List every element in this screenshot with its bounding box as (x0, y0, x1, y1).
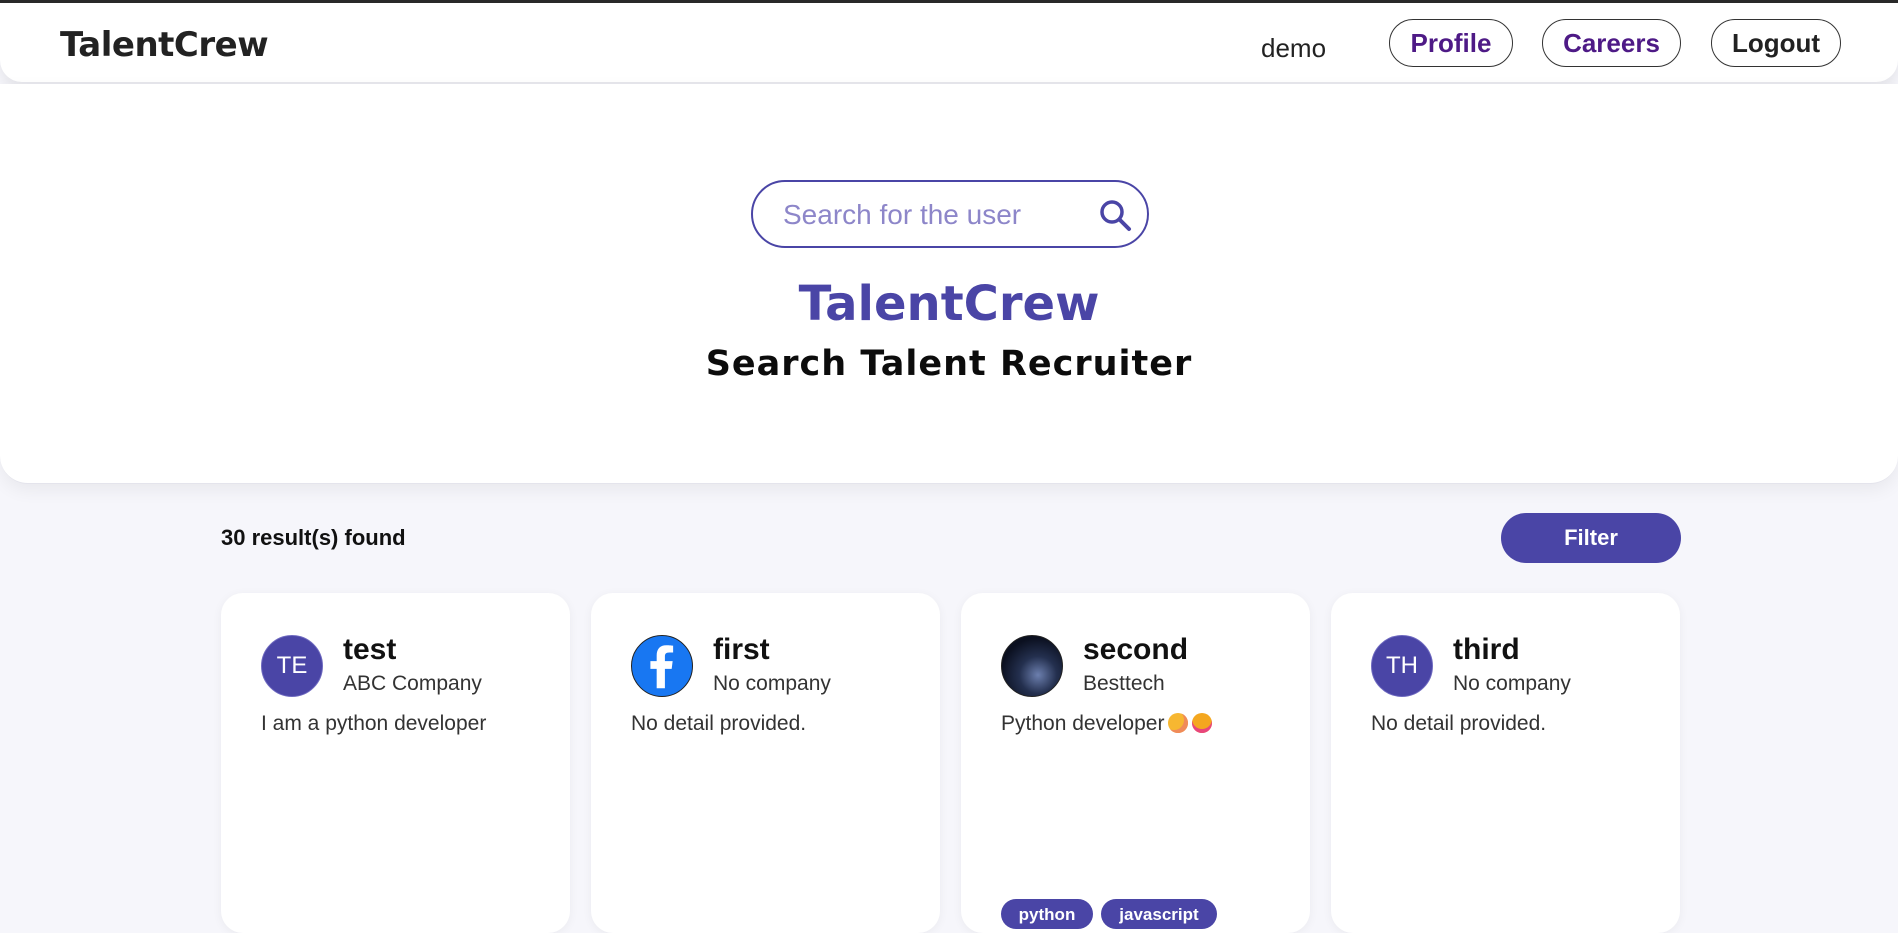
user-detail: I am a python developer (261, 712, 487, 735)
user-detail: No detail provided. (1371, 712, 1547, 735)
search-bar (751, 180, 1149, 248)
user-company: ABC Company (343, 672, 482, 695)
current-username: demo (1261, 33, 1327, 63)
results-count: 30 result(s) found (221, 525, 406, 550)
user-card[interactable]: first No company No detail provided. (591, 593, 940, 933)
avatar (1001, 635, 1063, 697)
facebook-icon (650, 645, 674, 689)
avatar: TH (1371, 635, 1433, 697)
user-company: No company (1453, 672, 1571, 695)
navbar: TalentCrew demo Profile Careers Logout (0, 3, 1898, 82)
avatar: TE (261, 635, 323, 697)
hero-subtitle: Search Talent Recruiter (705, 344, 1193, 384)
skill-tag[interactable]: javascript (1101, 899, 1217, 929)
user-company: Besttech (1083, 672, 1165, 695)
user-card[interactable]: TE test ABC Company I am a python develo… (221, 593, 570, 933)
user-company: No company (713, 672, 831, 695)
hero-section: TalentCrew Search Talent Recruiter (0, 84, 1898, 484)
hero-title: TalentCrew (798, 276, 1100, 332)
skill-tag[interactable]: python (1001, 899, 1093, 929)
user-detail-text: Python developer (1001, 712, 1165, 735)
user-name: first (713, 633, 770, 666)
profile-button[interactable]: Profile (1389, 19, 1513, 67)
search-input[interactable] (781, 195, 1085, 235)
search-icon[interactable] (1097, 197, 1133, 233)
brand-logo[interactable]: TalentCrew (60, 25, 269, 65)
user-name: third (1453, 633, 1520, 666)
heart-eyes-emoji (1192, 713, 1213, 733)
user-name: test (343, 633, 397, 666)
logout-button[interactable]: Logout (1711, 19, 1841, 67)
avatar (631, 635, 693, 697)
user-card[interactable]: TH third No company No detail provided. (1331, 593, 1680, 933)
careers-button[interactable]: Careers (1542, 19, 1681, 67)
user-card[interactable]: second Besttech Python developer python … (961, 593, 1310, 933)
user-detail: No detail provided. (631, 712, 807, 735)
user-detail: Python developer (1001, 712, 1213, 736)
filter-button[interactable]: Filter (1501, 513, 1681, 563)
user-name: second (1083, 633, 1189, 666)
sleepy-face-emoji (1168, 713, 1189, 733)
